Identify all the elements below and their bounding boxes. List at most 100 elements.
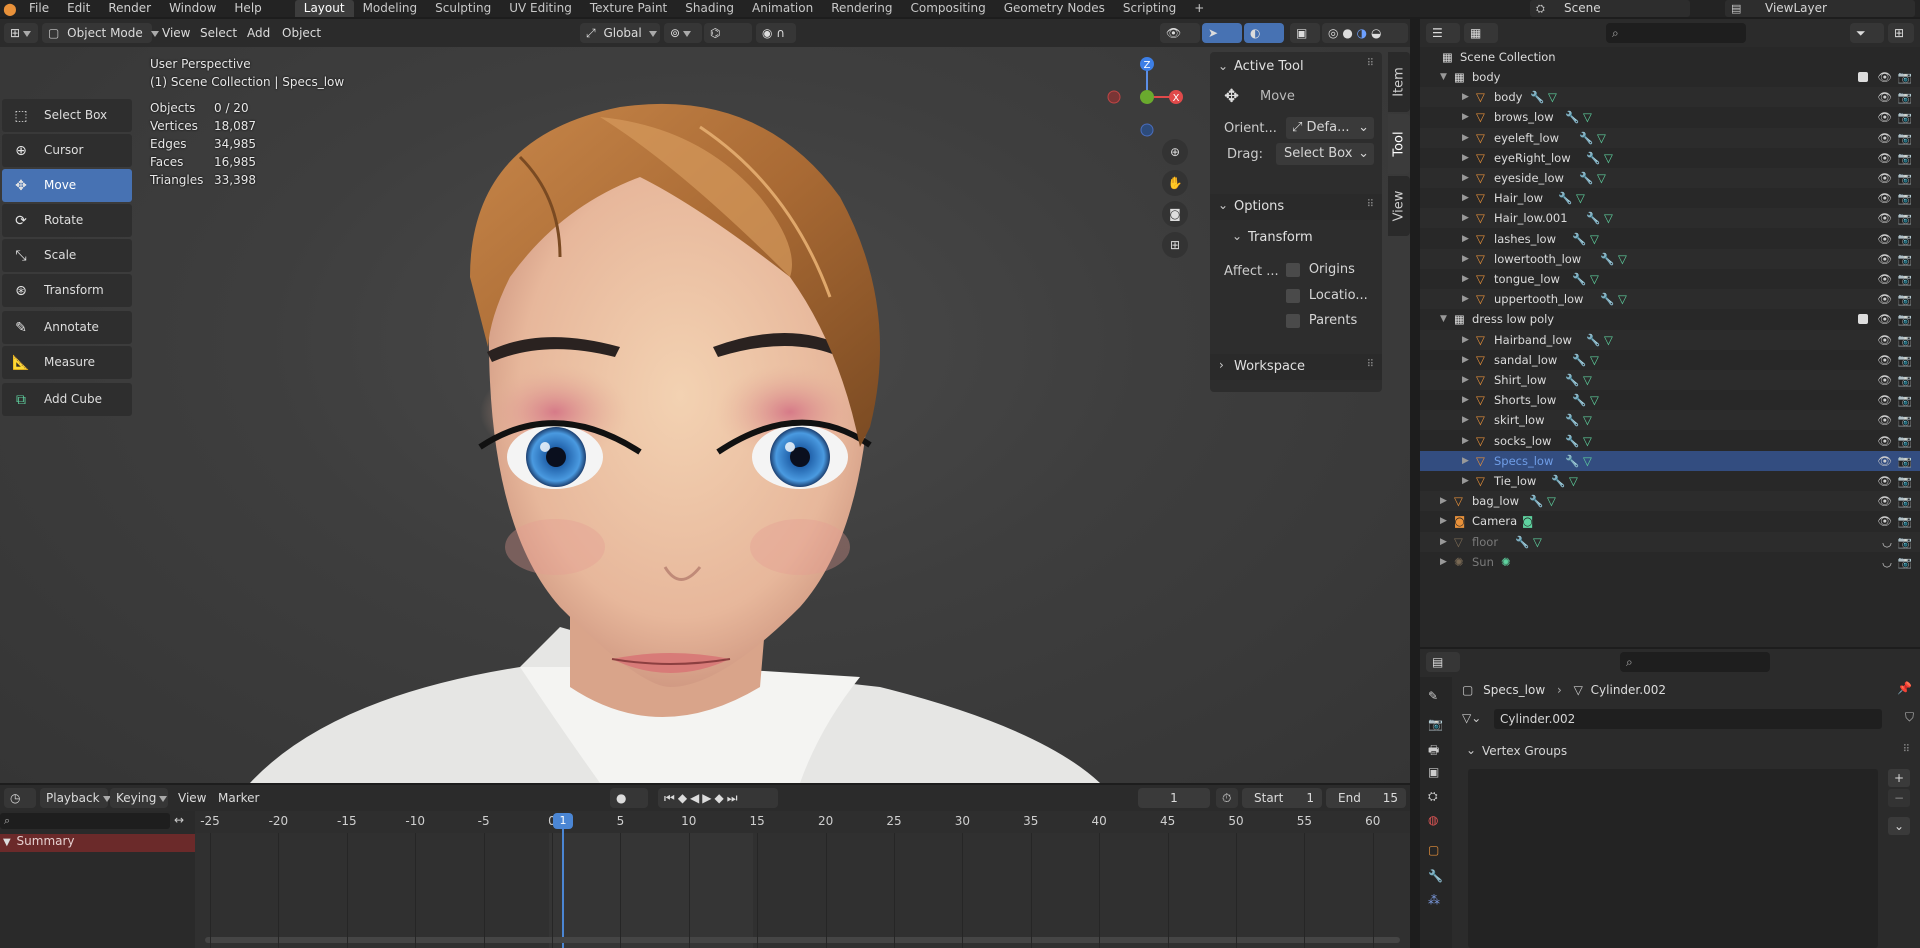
modifier-wrench-icon[interactable]: 🔧 [1586,330,1600,350]
outliner-row[interactable]: ▶ ▽ Hairband_low 🔧 ▽ 👁 📷 [1420,329,1920,350]
mesh-data-icon[interactable]: ▽ [1547,491,1556,511]
modifier-wrench-icon[interactable]: 🔧 [1586,148,1600,168]
exclude-checkbox[interactable] [1858,72,1868,82]
tab-shading[interactable]: Shading [676,0,743,17]
eye-icon[interactable]: 👁 [1877,350,1892,370]
outliner-row[interactable]: ▶ ▽ socks_low 🔧 ▽ 👁 📷 [1420,431,1920,451]
pivot-selector[interactable]: ⊚ [664,23,702,43]
eye-icon[interactable]: 👁 [1877,390,1892,410]
particles-icon[interactable]: ⁂ [1428,893,1440,907]
render-camera-icon[interactable]: 📷 [1898,229,1912,249]
swap-arrows-icon[interactable]: ↔ [174,813,184,827]
eye-icon[interactable]: 👁 [1877,451,1892,471]
material-shading-icon[interactable]: ◑ [1357,26,1367,40]
tab-scripting[interactable]: Scripting [1114,0,1185,17]
3d-viewport[interactable]: ⬚ Select Box ⊕ Cursor ✥ Move ⟳ Rotate ⤡ Scale… [0,47,1410,783]
render-camera-icon[interactable]: 📷 [1898,431,1912,451]
modifier-wrench-icon[interactable]: 🔧 [1558,188,1572,208]
outliner-row[interactable]: ▶ ▽ eyeleft_low 🔧 ▽ 👁 📷 [1420,127,1920,148]
render-camera-icon[interactable]: 📷 [1898,330,1912,350]
outliner-row[interactable]: ▶ ▽ sandal_low 🔧 ▽ 👁 📷 [1420,350,1920,370]
render-camera-icon[interactable]: 📷 [1898,188,1912,208]
vertex-groups-list[interactable] [1468,769,1878,948]
outliner-row[interactable]: ▶ ▽ Specs_low 🔧 ▽ 👁 📷 [1420,450,1920,471]
render-icon[interactable]: 📷 [1428,717,1443,731]
render-camera-icon[interactable]: 📷 [1898,511,1912,531]
channel-search-input[interactable]: ⌕ [0,813,170,829]
eye-icon[interactable]: 👁 [1877,511,1892,531]
eye-icon[interactable]: 👁 [1877,289,1892,309]
object-icon[interactable]: ▢ [1428,843,1439,857]
eye-icon[interactable]: 👁 [1877,148,1892,168]
modifier-wrench-icon[interactable]: 🔧 [1565,431,1579,451]
camera-view-icon[interactable]: ◙ [1162,201,1188,227]
eye-icon[interactable]: 👁 [1877,87,1892,107]
disclosure-triangle-icon[interactable]: ▼ [1440,309,1447,329]
render-camera-icon[interactable]: 📷 [1898,128,1912,148]
origins-checkbox[interactable]: Origins [1286,262,1355,280]
render-camera-icon[interactable]: 📷 [1898,552,1912,572]
mesh-data-icon[interactable]: ▽ [1576,188,1585,208]
tool-add-cube[interactable]: ⧉ Add Cube [2,383,132,416]
outliner-search-input[interactable]: ⌕ [1606,23,1746,43]
modifier-wrench-icon[interactable]: 🔧 [1600,289,1614,309]
mesh-data-icon[interactable]: ▽ [1590,269,1599,289]
outliner-row[interactable]: ▶ ◙ Camera ◙ 👁 📷 [1420,511,1920,531]
add-workspace-button[interactable]: + [1185,0,1213,17]
drag-handle-icon[interactable]: ⠿ [1367,359,1374,370]
disclosure-triangle-icon[interactable]: ▶ [1462,188,1469,208]
tab-animation[interactable]: Animation [743,0,822,17]
tool-rotate[interactable]: ⟳ Rotate [2,204,132,237]
outliner-row[interactable]: ▶ ▽ brows_low 🔧 ▽ 👁 📷 [1420,107,1920,127]
marker-menu[interactable]: Marker [218,788,259,808]
vertex-groups-header[interactable]: ⌄ Vertex Groups ⠿ [1462,739,1914,765]
mesh-data-icon[interactable]: ▽ [1597,168,1606,188]
menu-edit[interactable]: Edit [58,0,99,17]
wireframe-shading-icon[interactable]: ◎ [1328,26,1338,40]
render-camera-icon[interactable]: 📷 [1898,289,1912,309]
outliner-row[interactable]: ▶ ▽ lowertooth_low 🔧 ▽ 👁 📷 [1420,248,1920,269]
playhead-indicator[interactable]: 1 [553,813,573,829]
tool-cursor[interactable]: ⊕ Cursor [2,134,132,167]
render-camera-icon[interactable]: 📷 [1898,370,1912,390]
preview-range-toggle[interactable]: ⏱ [1216,788,1238,808]
eye-icon[interactable]: 👁 [1877,269,1892,289]
mode-selector[interactable]: ▢ Object Mode [42,23,159,43]
mesh-data-icon[interactable]: ▽ [1590,229,1599,249]
tab-item[interactable]: Item [1388,52,1410,112]
drag-handle-icon[interactable]: ⠿ [1367,58,1374,69]
disclosure-triangle-icon[interactable]: ▶ [1462,431,1469,451]
modifier-wrench-icon[interactable]: 🔧 [1572,269,1586,289]
outliner-row[interactable]: ▶ ▽ skirt_low 🔧 ▽ 👁 📷 [1420,410,1920,431]
modifier-wrench-icon[interactable]: 🔧 [1572,390,1586,410]
disclosure-triangle-icon[interactable]: ▶ [1462,451,1469,471]
rendered-shading-icon[interactable]: ◒ [1371,26,1381,40]
mesh-data-icon[interactable]: ▽ [1604,208,1613,228]
overlays-toggle[interactable]: ◐ [1244,23,1284,43]
mesh-data-icon[interactable]: ▽ [1569,471,1578,491]
disclosure-triangle-icon[interactable]: ▶ [1462,249,1469,269]
render-camera-icon[interactable]: 📷 [1898,249,1912,269]
disclosure-triangle-icon[interactable]: ▼ [1440,67,1447,87]
outliner-row[interactable]: ▶ ▽ lashes_low 🔧 ▽ 👁 📷 [1420,229,1920,249]
outliner-row[interactable]: ▶ ▽ uppertooth_low 🔧 ▽ 👁 📷 [1420,289,1920,310]
mesh-data-icon[interactable]: ▽ [1583,410,1592,430]
render-camera-icon[interactable]: 📷 [1898,471,1912,491]
disclosure-triangle-icon[interactable]: ▶ [1462,168,1469,188]
render-camera-icon[interactable]: 📷 [1898,168,1912,188]
parents-checkbox[interactable]: Parents [1286,313,1357,331]
render-camera-icon[interactable]: 📷 [1898,532,1912,552]
modifier-wrench-icon[interactable]: 🔧 [1579,168,1593,188]
add-menu[interactable]: Add [247,23,270,43]
xray-toggle[interactable]: ▣ [1290,23,1320,43]
eye-closed-icon[interactable]: ◡ [1882,532,1892,552]
tool-settings-icon[interactable]: ✎ [1428,689,1438,703]
eye-icon[interactable]: 👁 [1877,208,1892,228]
tab-rendering[interactable]: Rendering [822,0,901,17]
grid-view-icon[interactable]: ⊞ [1162,232,1188,258]
pin-icon[interactable]: 📌 [1897,681,1912,695]
gizmo-neg-x-axis[interactable] [1107,90,1121,104]
modifier-wrench-icon[interactable]: 🔧 [1565,107,1579,127]
dopesheet-area[interactable]: -25 -20 -15 -10 -5 0 5 10 15 20 25 30 35 40 45 50 55 60 1 [195,811,1410,948]
current-frame-field[interactable]: 1 [1138,788,1210,808]
